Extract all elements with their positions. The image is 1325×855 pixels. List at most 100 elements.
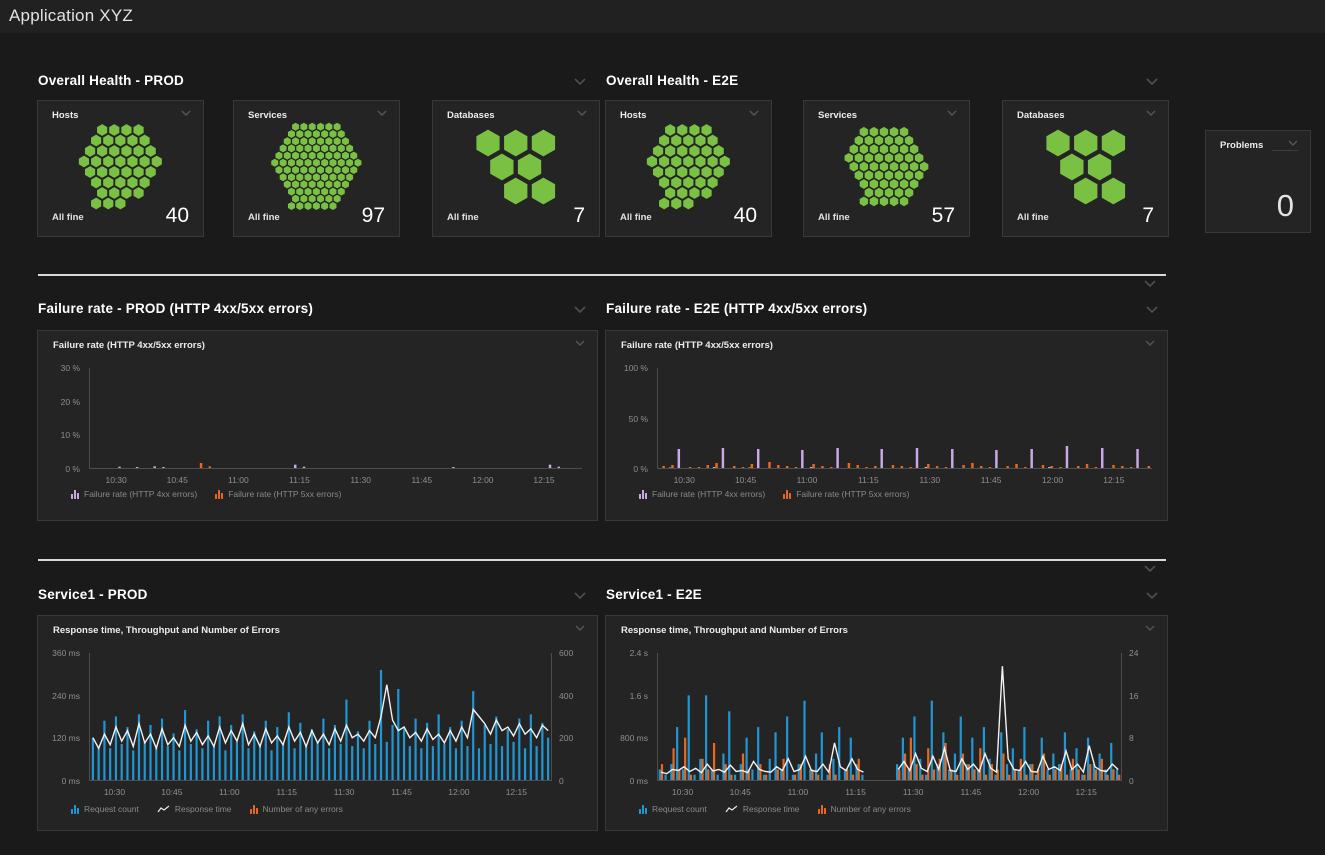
chart-legend: Request count Response time Number of an… [639,804,911,814]
section-title-service1-e2e: Service1 - E2E [606,587,702,602]
health-tile-services-e2e[interactable]: Services All fine 57 [803,100,970,237]
axis-tick-label: 400 [559,691,593,701]
section-title-service1-prod: Service1 - PROD [38,587,148,602]
health-tile-hosts-prod[interactable]: Hosts All fine 40 [37,100,204,237]
axis-tick-label: 11:45 [969,475,1013,485]
axis-tick-label: 30 % [38,363,80,373]
axis-tick-label: 11:30 [322,787,366,797]
section-title-overall-health-prod: Overall Health - PROD [38,73,184,88]
chevron-down-icon[interactable] [575,340,587,348]
axis-tick-label: 10:30 [662,475,706,485]
axis-tick-label: 240 ms [38,691,80,701]
section-title-failure-prod: Failure rate - PROD (HTTP 4xx/5xx errors… [38,301,313,316]
health-tile-databases-e2e[interactable]: Databases All fine 7 [1002,100,1169,237]
tile-title: Databases [1017,110,1065,121]
legend-item[interactable]: Failure rate (HTTP 4xx errors) [639,489,765,499]
axis-tick-label: 800 ms [606,733,648,743]
chevron-down-icon[interactable] [1146,78,1158,86]
plot-area [657,653,1122,781]
chart-title: Failure rate (HTTP 4xx/5xx errors) [53,340,205,351]
legend-item[interactable]: Number of any errors [250,804,343,814]
section-divider [38,274,1166,276]
chevron-down-icon[interactable] [1146,110,1158,118]
chevron-down-icon[interactable] [1146,592,1158,600]
chart-tile-service1-e2e[interactable]: Response time, Throughput and Number of … [605,615,1168,831]
axis-tick-label: 10:30 [661,787,705,797]
axis-tick-label: 12:00 [1007,787,1051,797]
axis-tick-label: 12:15 [1092,475,1136,485]
legend-item[interactable]: Request count [71,804,139,814]
health-tile-databases-prod[interactable]: Databases All fine 7 [432,100,600,237]
health-tile-services-prod[interactable]: Services All fine 97 [233,100,400,237]
bar-chart-icon [639,490,647,499]
bar-chart-icon [639,805,647,814]
legend-item[interactable]: Failure rate (HTTP 4xx errors) [71,489,197,499]
chevron-down-icon[interactable] [1145,625,1157,633]
health-tile-hosts-e2e[interactable]: Hosts All fine 40 [605,100,772,237]
status-label: All fine [620,212,652,223]
legend-item[interactable]: Response time [157,804,232,814]
chevron-down-icon[interactable] [577,110,589,118]
legend-item[interactable]: Failure rate (HTTP 5xx errors) [783,489,909,499]
chevron-down-icon[interactable] [1145,340,1157,348]
bar-chart-icon [71,490,79,499]
axis-tick-label: 11:15 [265,787,309,797]
chart-title: Failure rate (HTTP 4xx/5xx errors) [621,340,773,351]
axis-tick-label: 11:30 [908,475,952,485]
chevron-down-icon[interactable] [575,625,587,633]
legend-item[interactable]: Number of any errors [818,804,911,814]
axis-tick-label: 12:15 [494,787,538,797]
chevron-down-icon[interactable] [574,592,586,600]
axis-tick-label: 2.4 s [606,648,648,658]
axis-tick-label: 12:00 [1031,475,1075,485]
axis-tick-label: 11:45 [949,787,993,797]
honeycomb-chart [606,123,771,210]
dashboard: Application XYZ Overall Health - PROD Ov… [0,0,1325,855]
chevron-down-icon[interactable] [947,110,959,118]
chart-tile-failure-prod[interactable]: Failure rate (HTTP 4xx/5xx errors) Failu… [37,330,598,521]
problems-tile[interactable]: Problems 0 [1205,130,1311,233]
chart-tile-failure-e2e[interactable]: Failure rate (HTTP 4xx/5xx errors) Failu… [605,330,1168,521]
chevron-down-icon[interactable] [1146,306,1158,314]
chevron-down-icon[interactable] [574,78,586,86]
axis-tick-label: 10:45 [718,787,762,797]
chart-tile-service1-prod[interactable]: Response time, Throughput and Number of … [37,615,598,831]
axis-tick-label: 50 % [606,414,648,424]
status-label: All fine [52,212,84,223]
axis-tick-label: 11:15 [846,475,890,485]
axis-tick-label: 120 ms [38,733,80,743]
chevron-down-icon[interactable] [1144,280,1156,288]
entity-count: 57 [932,204,955,228]
axis-tick-label: 200 [559,733,593,743]
axis-tick-label: 100 % [606,363,648,373]
axis-tick-label: 10 % [38,430,80,440]
entity-count: 7 [573,204,585,228]
tile-title: Databases [447,110,495,121]
bar-chart-icon [818,805,826,814]
status-label: All fine [818,212,850,223]
axis-tick-label: 11:45 [400,475,444,485]
legend-item[interactable]: Request count [639,804,707,814]
honeycomb-chart [234,123,399,210]
section-title-failure-e2e: Failure rate - E2E (HTTP 4xx/5xx errors) [606,301,867,316]
chart-title: Response time, Throughput and Number of … [621,625,848,636]
chevron-down-icon[interactable] [574,306,586,314]
axis-tick-label: 8 [1129,733,1163,743]
section-title-overall-health-e2e: Overall Health - E2E [606,73,738,88]
legend-item[interactable]: Failure rate (HTTP 5xx errors) [215,489,341,499]
line-chart-icon [725,805,738,814]
axis-tick-label: 11:15 [834,787,878,797]
bar-chart-icon [783,490,791,499]
entity-count: 40 [166,204,189,228]
chevron-down-icon[interactable] [377,110,389,118]
chevron-down-icon[interactable] [1144,565,1156,573]
chevron-down-icon[interactable] [1288,140,1300,148]
chart-legend: Failure rate (HTTP 4xx errors) Failure r… [639,489,909,499]
chevron-down-icon[interactable] [749,110,761,118]
axis-tick-label: 11:15 [278,475,322,485]
section-divider [38,559,1166,561]
chevron-down-icon[interactable] [181,110,193,118]
tile-title: Hosts [52,110,78,121]
legend-item[interactable]: Response time [725,804,800,814]
axis-tick-label: 0 ms [606,776,648,786]
